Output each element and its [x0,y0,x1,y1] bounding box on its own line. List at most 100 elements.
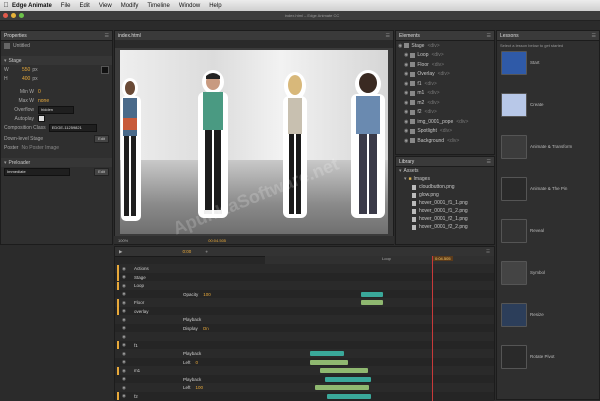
eye-icon[interactable]: ◉ [404,62,408,68]
keyframe-transition-bar[interactable] [361,300,383,305]
images-row[interactable]: ▾ ■ Images [396,175,494,183]
property-value[interactable]: 100 [195,385,203,390]
element-row[interactable]: ◉ Loop <div> [396,51,494,61]
lock-icon[interactable] [404,43,410,49]
maximize-window-icon[interactable] [19,13,24,18]
eye-icon[interactable]: ◉ [404,81,408,87]
element-row[interactable]: ◉ m2 <div> [396,98,494,108]
eye-icon[interactable]: ◉ [122,291,126,297]
eye-icon[interactable]: ◉ [404,71,408,77]
element-row[interactable]: ◉ m1 <div> [396,89,494,99]
play-icon[interactable]: ▶ [119,249,122,255]
library-file[interactable]: hover_0001_f1_1.png [396,199,494,207]
lock-icon[interactable] [410,119,416,125]
library-file[interactable]: glow.png [396,191,494,199]
stage-tab[interactable]: index.html [118,33,141,39]
element-row[interactable]: ◉ f1 <div> [396,79,494,89]
element-row[interactable]: ◉ img_0001_pope <div> [396,117,494,127]
eye-icon[interactable]: ◉ [122,393,126,399]
lock-icon[interactable] [410,90,416,96]
library-file[interactable]: hover_0001_f2_1.png [396,215,494,223]
lock-icon[interactable] [410,81,416,87]
elements-tab[interactable]: Elements [399,33,420,39]
lock-icon[interactable] [410,138,416,144]
max-w-value[interactable]: none [38,98,49,104]
preloader-select[interactable]: Immediate [4,167,70,176]
keyframe-transition-bar[interactable] [320,368,368,373]
apple-icon[interactable]:  [0,2,12,9]
library-file[interactable]: hover_0001_f2_2.png [396,223,494,231]
comp-class-field[interactable]: EDGE-11259821 [48,123,97,132]
person-figure-3[interactable] [280,72,310,222]
down-level-edit-button[interactable]: Edit [94,134,109,143]
lock-icon[interactable] [410,71,416,77]
h-value[interactable]: 400 [22,76,30,82]
property-value[interactable]: 0 [195,360,198,365]
app-menu[interactable]: Edge Animate [12,3,52,9]
panel-menu-icon[interactable]: ☰ [487,159,491,165]
menu-view[interactable]: View [99,3,112,9]
eye-icon[interactable]: ◉ [404,100,408,106]
lesson-item[interactable]: Animate & The Pin [497,177,597,205]
property-value[interactable]: On [203,326,209,331]
w-unit[interactable]: px [32,67,37,73]
assets-row[interactable]: ▾ Assets [396,167,494,175]
overflow-select[interactable]: hidden [38,105,74,114]
element-row[interactable]: ◉ f2 <div> [396,108,494,118]
eye-icon[interactable]: ◉ [404,52,408,58]
lock-icon[interactable] [410,100,416,106]
eye-icon[interactable]: ◉ [122,342,126,348]
close-window-icon[interactable] [3,13,8,18]
lesson-item[interactable]: Rotate Pivot [497,345,597,373]
eye-icon[interactable]: ◉ [122,376,126,382]
keyframe-transition-bar[interactable] [327,393,371,399]
library-file[interactable]: cloudbutton.png [396,183,494,191]
menu-edit[interactable]: Edit [79,3,89,9]
lesson-item[interactable]: Start [497,51,597,79]
eye-icon[interactable]: ◉ [404,90,408,96]
lesson-item[interactable]: Symbol [497,261,597,289]
playhead-line[interactable] [432,256,433,401]
lesson-item[interactable]: Resize [497,303,597,331]
panel-menu-icon[interactable]: ☰ [386,33,390,39]
min-w-value[interactable]: 0 [38,89,41,95]
library-tab[interactable]: Library [399,159,414,165]
zoom-level[interactable]: 100% [118,238,128,243]
eye-icon[interactable]: ◉ [122,385,126,391]
eye-icon[interactable]: ◉ [122,351,126,357]
lock-icon[interactable] [410,109,416,115]
lock-icon[interactable] [410,128,416,134]
element-row[interactable]: ◉ Stage <div> [396,41,494,51]
lessons-tab[interactable]: Lessons [500,33,519,39]
panel-menu-icon[interactable]: ☰ [105,33,109,39]
eye-icon[interactable]: ◉ [404,138,408,144]
person-figure-4[interactable] [348,70,388,222]
timeline-row[interactable]: ◉ f2 [115,391,494,401]
eye-icon[interactable]: ◉ [122,368,126,374]
w-value[interactable]: 550 [22,67,30,73]
lesson-item[interactable]: Reveal [497,219,597,247]
eye-icon[interactable]: ◉ [404,119,408,125]
h-unit[interactable]: px [32,76,37,82]
menu-help[interactable]: Help [209,3,221,9]
preloader-edit-button[interactable]: Edit [94,167,109,176]
keyframe-transition-bar[interactable] [361,291,383,297]
eye-icon[interactable]: ◉ [122,308,126,314]
element-row[interactable]: ◉ Background <div> [396,136,494,146]
lock-icon[interactable] [410,62,416,68]
keyframe-transition-bar[interactable] [325,376,371,382]
eye-icon[interactable]: ◉ [122,283,126,289]
person-figure-1[interactable] [120,76,142,226]
lesson-item[interactable]: Create [497,93,597,121]
properties-tab[interactable]: Properties [4,33,27,39]
autoplay-checkbox[interactable] [38,115,45,122]
element-row[interactable]: ◉ Spotlight <div> [396,127,494,137]
stage-color-swatch[interactable] [101,65,109,74]
eye-icon[interactable]: ◉ [404,109,408,115]
panel-menu-icon[interactable]: ☰ [487,33,491,39]
menu-modify[interactable]: Modify [121,3,139,9]
element-row[interactable]: ◉ Overlay <div> [396,70,494,80]
auto-keyframe-icon[interactable]: ● [205,249,208,254]
keyframe-transition-bar[interactable] [315,385,369,390]
eye-icon[interactable]: ◉ [122,317,126,323]
